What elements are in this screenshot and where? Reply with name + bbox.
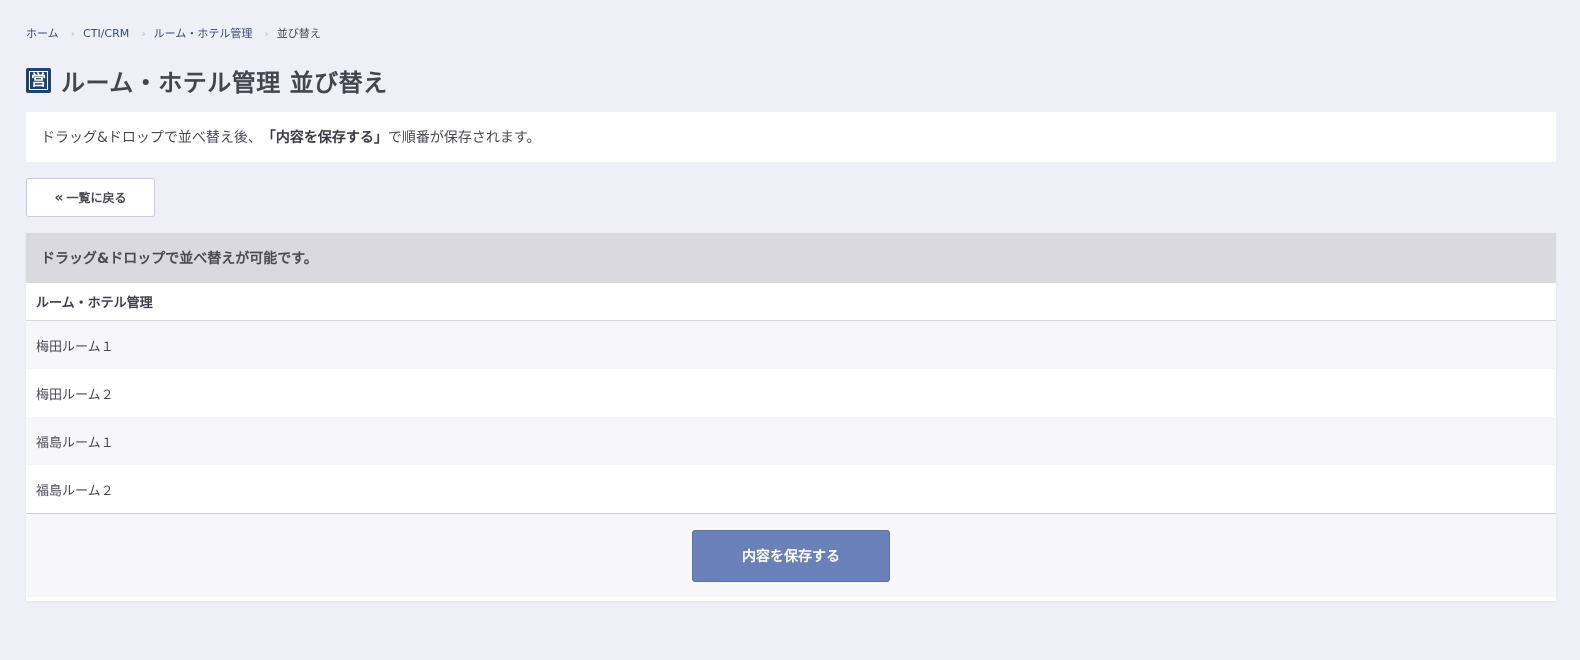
back-to-list-button[interactable]: « 一覧に戻る	[26, 178, 155, 217]
breadcrumb-current: 並び替え	[276, 27, 321, 40]
breadcrumb-room-hotel[interactable]: ルーム・ホテル管理	[154, 25, 253, 41]
sortable-list: 梅田ルーム１ 梅田ルーム２ 福島ルーム１ 福島ルーム２	[26, 321, 1556, 514]
sort-panel: ドラッグ&ドロップで並べ替えが可能です。 ルーム・ホテル管理 梅田ルーム１ 梅田…	[26, 233, 1556, 601]
notice-text-before: ドラッグ&ドロップで並べ替え後、	[41, 130, 262, 146]
chevron-right-icon: ›	[141, 26, 146, 40]
business-icon: 営	[26, 67, 51, 93]
sortable-row[interactable]: 梅田ルーム１	[26, 321, 1556, 369]
sortable-row[interactable]: 梅田ルーム２	[26, 369, 1556, 417]
breadcrumb-cti-crm[interactable]: CTI/CRM	[83, 27, 129, 40]
page-title-row: 営 ルーム・ホテル管理 並び替え	[26, 64, 388, 97]
sortable-row[interactable]: 福島ルーム１	[26, 417, 1556, 465]
breadcrumb-home[interactable]: ホーム	[26, 25, 59, 41]
notice-text-after: で順番が保存されます。	[387, 130, 541, 146]
back-to-list-label: 一覧に戻る	[66, 191, 127, 205]
breadcrumb: ホーム › CTI/CRM › ルーム・ホテル管理 › 並び替え	[26, 25, 321, 41]
chevron-right-icon: ›	[264, 26, 269, 40]
panel-footer: 内容を保存する	[26, 514, 1556, 597]
business-icon-glyph: 営	[29, 70, 48, 90]
sortable-row[interactable]: 福島ルーム２	[26, 465, 1556, 513]
save-button[interactable]: 内容を保存する	[692, 529, 890, 582]
column-header: ルーム・ホテル管理	[26, 283, 1556, 321]
page-title: ルーム・ホテル管理 並び替え	[61, 68, 388, 97]
notice-emphasis: 「内容を保存する」	[261, 130, 388, 146]
double-chevron-left-icon: «	[54, 189, 63, 206]
instruction-notice: ドラッグ&ドロップで並べ替え後、 「内容を保存する」 で順番が保存されます。	[26, 112, 1556, 162]
chevron-right-icon: ›	[70, 26, 76, 40]
panel-header: ドラッグ&ドロップで並べ替えが可能です。	[26, 233, 1556, 283]
